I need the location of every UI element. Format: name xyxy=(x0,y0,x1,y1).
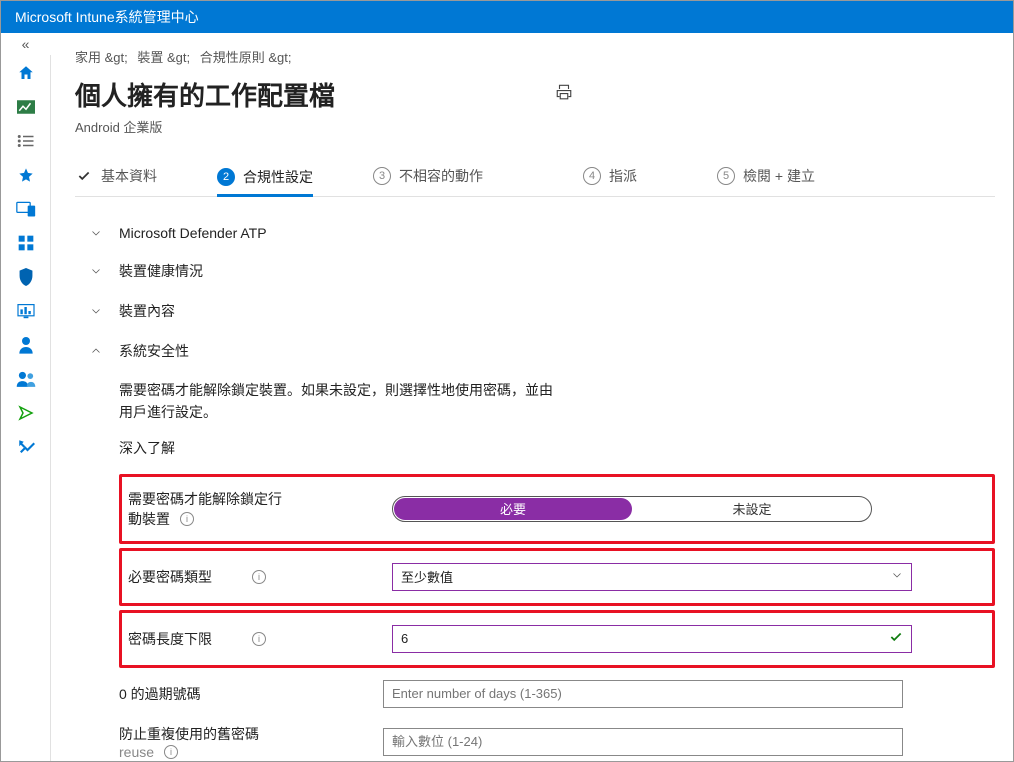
reports-icon[interactable] xyxy=(16,301,36,321)
label-prevent-reuse: 防止重複使用的舊密碼 reusei xyxy=(119,724,383,760)
label-require-password: 需要密碼才能解除鎖定行 動裝置i xyxy=(128,489,392,529)
page-title: 個人擁有的工作配置檔 xyxy=(75,76,335,113)
chevron-down-icon xyxy=(89,304,103,318)
learn-more-link[interactable]: 深入了解 xyxy=(119,438,995,458)
dashboard-icon[interactable] xyxy=(16,97,36,117)
select-password-type[interactable]: 至少數值 xyxy=(392,563,912,591)
section-defender[interactable]: Microsoft Defender ATP xyxy=(89,215,995,251)
step-review[interactable]: 5 檢閱 + 建立 xyxy=(717,160,815,196)
toggle-option-require[interactable]: 必要 xyxy=(394,498,632,520)
check-icon xyxy=(75,167,93,185)
step-basics[interactable]: 基本資料 xyxy=(75,160,157,196)
chevron-down-icon xyxy=(89,226,103,240)
platform-subtitle: Android 企業版 xyxy=(75,117,995,136)
chevron-up-icon xyxy=(89,344,103,358)
label-min-length: 密碼長度下限i xyxy=(128,629,392,649)
input-expiration-days[interactable] xyxy=(383,680,903,708)
check-icon xyxy=(889,630,903,647)
highlight-require-password: 需要密碼才能解除鎖定行 動裝置i 必要 未設定 xyxy=(119,474,995,544)
highlight-min-length: 密碼長度下限i 6 xyxy=(119,610,995,668)
label-expiration: 0 的過期號碼 xyxy=(119,684,383,704)
breadcrumb-item[interactable]: 裝置 &gt; xyxy=(137,50,190,65)
home-icon[interactable] xyxy=(16,63,36,83)
header-title: Microsoft Intune系統管理中心 xyxy=(15,7,199,27)
user-icon[interactable] xyxy=(16,335,36,355)
toggle-option-notconfigured[interactable]: 未設定 xyxy=(633,497,871,521)
sidebar-collapse-toggle[interactable]: « xyxy=(1,33,51,55)
info-icon[interactable]: i xyxy=(252,570,266,584)
input-min-length[interactable]: 6 xyxy=(392,625,912,653)
breadcrumb-item[interactable]: 家用 &gt; xyxy=(75,50,128,65)
tenant-icon[interactable] xyxy=(16,403,36,423)
highlight-password-type: 必要密碼類型i 至少數值 xyxy=(119,548,995,606)
troubleshoot-icon[interactable] xyxy=(16,437,36,457)
main-content: 家用 &gt; 裝置 &gt; 合規性原則 &gt; 個人擁有的工作配置檔 An… xyxy=(51,33,1013,761)
section-description: 需要密碼才能解除鎖定裝置。如果未設定，則選擇性地使用密碼，並由用戶進行設定。 xyxy=(119,379,559,424)
breadcrumb-item[interactable]: 合規性原則 &gt; xyxy=(200,50,292,65)
chevron-down-icon xyxy=(89,264,103,278)
section-system-security[interactable]: 系統安全性 xyxy=(89,331,995,371)
step-noncompliance[interactable]: 3 不相容的動作 xyxy=(373,160,483,196)
step-tabs: 基本資料 2 合規性設定 3 不相容的動作 4 指派 5 檢閱 + 建立 xyxy=(75,160,995,197)
apps-icon[interactable] xyxy=(16,233,36,253)
step-compliance[interactable]: 2 合規性設定 xyxy=(217,161,313,197)
groups-icon[interactable] xyxy=(16,369,36,389)
sidebar xyxy=(1,55,51,761)
info-icon[interactable]: i xyxy=(180,512,194,526)
devices-icon[interactable] xyxy=(16,199,36,219)
info-icon[interactable]: i xyxy=(252,632,266,646)
security-icon[interactable] xyxy=(16,267,36,287)
chevron-down-icon xyxy=(891,569,903,584)
input-prevent-reuse[interactable] xyxy=(383,728,903,756)
step-assignments[interactable]: 4 指派 xyxy=(583,160,637,196)
section-health[interactable]: 裝置健康情況 xyxy=(89,251,995,291)
breadcrumb: 家用 &gt; 裝置 &gt; 合規性原則 &gt; xyxy=(75,47,995,66)
toggle-require-password[interactable]: 必要 未設定 xyxy=(392,496,872,522)
list-icon[interactable] xyxy=(16,131,36,151)
label-password-type: 必要密碼類型i xyxy=(128,567,392,587)
top-header: Microsoft Intune系統管理中心 xyxy=(1,1,1013,33)
star-icon[interactable] xyxy=(16,165,36,185)
print-icon[interactable] xyxy=(555,83,573,106)
info-icon[interactable]: i xyxy=(164,745,178,759)
section-properties[interactable]: 裝置內容 xyxy=(89,291,995,331)
